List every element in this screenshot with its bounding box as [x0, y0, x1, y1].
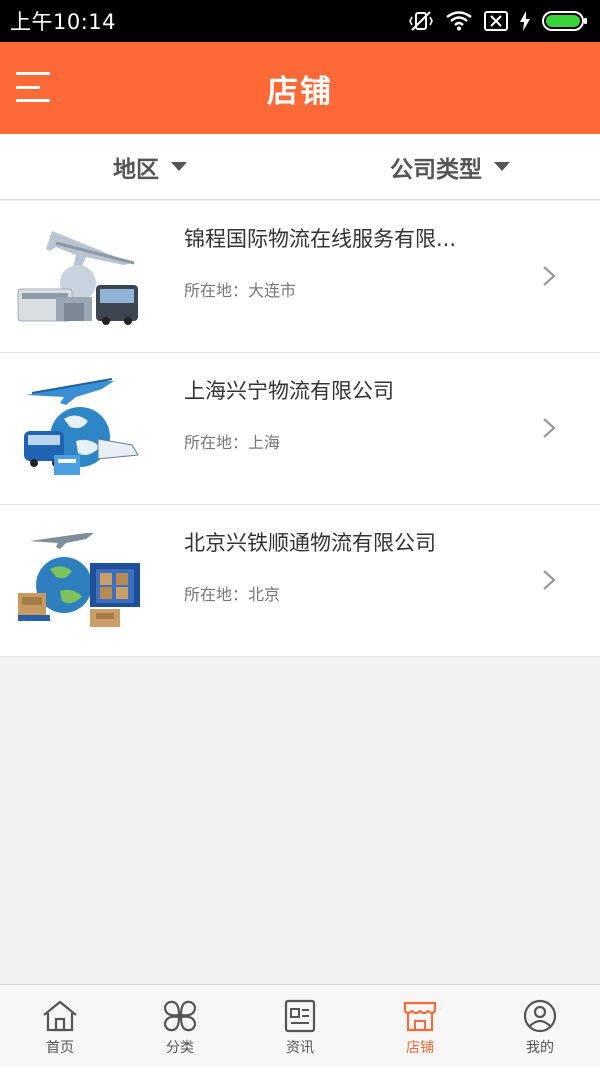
status-time: 上午10:14 — [10, 10, 117, 34]
wifi-icon — [446, 11, 472, 31]
store-thumbnail-globe-transport — [16, 375, 142, 479]
menu-button[interactable] — [16, 70, 50, 104]
store-icon — [403, 1001, 437, 1032]
store-name: 锦程国际物流在线服务有限... — [184, 227, 457, 251]
region-filter-label: 地区 — [113, 156, 159, 183]
store-name: 上海兴宁物流有限公司 — [184, 379, 394, 403]
store-name: 北京兴铁顺通物流有限公司 — [184, 531, 436, 555]
nav-label: 我的 — [526, 1040, 554, 1056]
store-list-item[interactable]: 上海兴宁物流有限公司 所在地：上海 — [0, 353, 600, 505]
page-title: 店铺 — [267, 73, 333, 110]
app-header: 店铺 — [0, 42, 600, 134]
profile-icon — [523, 999, 557, 1033]
company-type-filter-label: 公司类型 — [390, 156, 482, 183]
nav-item-profile[interactable]: 我的 — [480, 985, 600, 1067]
charging-icon — [520, 11, 530, 31]
vibrate-off-icon — [408, 10, 434, 32]
chevron-right-icon — [543, 266, 556, 286]
category-icon — [163, 1000, 197, 1032]
store-location: 所在地：大连市 — [184, 281, 297, 300]
store-location: 所在地：北京 — [184, 585, 281, 604]
store-list-item[interactable]: 锦程国际物流在线服务有限... 所在地：大连市 — [0, 201, 600, 353]
chevron-right-icon — [543, 418, 556, 438]
news-icon — [284, 999, 316, 1033]
menu-icon-line — [16, 85, 40, 89]
region-filter[interactable]: 地区 — [0, 134, 300, 199]
chevron-right-icon — [543, 570, 556, 590]
menu-icon-line — [16, 72, 50, 75]
filter-bar: 地区 公司类型 — [0, 134, 600, 200]
nav-item-store[interactable]: 店铺 — [360, 985, 480, 1067]
battery-icon — [542, 10, 588, 32]
nav-label: 首页 — [46, 1040, 74, 1056]
caret-down-icon — [494, 162, 510, 171]
nav-label: 店铺 — [406, 1040, 434, 1056]
no-sim-icon — [484, 11, 508, 31]
store-location: 所在地：上海 — [184, 433, 281, 452]
nav-item-home[interactable]: 首页 — [0, 985, 120, 1067]
nav-label: 分类 — [166, 1040, 194, 1056]
store-thumbnail-globe-truck — [16, 527, 142, 631]
bottom-nav: 首页 分类 资讯 店铺 我的 — [0, 984, 600, 1067]
status-bar: 上午10:14 — [0, 0, 600, 42]
status-icons — [408, 10, 588, 32]
nav-item-news[interactable]: 资讯 — [240, 985, 360, 1067]
store-list-item[interactable]: 北京兴铁顺通物流有限公司 所在地：北京 — [0, 505, 600, 657]
store-thumbnail-airplane-ship — [16, 223, 142, 327]
menu-icon-line — [16, 99, 50, 102]
nav-item-category[interactable]: 分类 — [120, 985, 240, 1067]
caret-down-icon — [171, 162, 187, 171]
store-list: 锦程国际物流在线服务有限... 所在地：大连市 上海兴宁物流有限公司 所在地：上… — [0, 201, 600, 657]
company-type-filter[interactable]: 公司类型 — [300, 134, 600, 199]
home-icon — [43, 1000, 77, 1032]
nav-label: 资讯 — [286, 1040, 314, 1056]
